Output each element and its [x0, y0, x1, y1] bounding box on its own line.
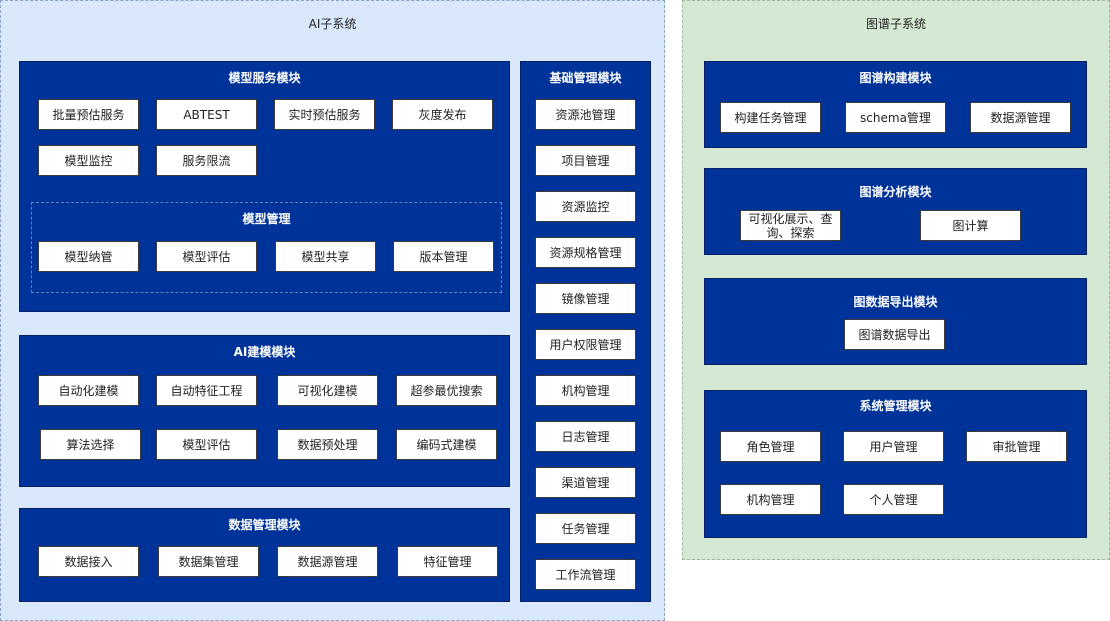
- realtime-predict-service-box: 实时预估服务: [274, 99, 375, 130]
- model-share-box: 模型共享: [275, 241, 376, 272]
- resource-spec-box: 资源规格管理: [535, 237, 636, 268]
- model-monitor-box: 模型监控: [38, 145, 139, 176]
- data-preprocess-box: 数据预处理: [277, 429, 378, 460]
- log-management-box: 日志管理: [535, 421, 636, 452]
- model-management-title: 模型管理: [242, 212, 291, 226]
- graph-subsystem: 图谱子系统 图谱构建模块 构建任务管理 schema管理 数据源管理 图谱分析模…: [682, 0, 1110, 560]
- auto-feature-engineering-box: 自动特征工程: [156, 375, 257, 406]
- version-management-box: 版本管理: [393, 241, 494, 272]
- ai-subsystem: AI子系统 模型服务模块 批量预估服务 ABTEST 实时预估服务 灰度发布 模…: [0, 0, 665, 621]
- graph-export-module: 图数据导出模块 图谱数据导出: [704, 278, 1087, 365]
- basic-management-module: 基础管理模块 资源池管理 项目管理 资源监控 资源规格管理 镜像管理 用户权限管…: [520, 61, 651, 602]
- graph-build-title: 图谱构建模块: [859, 71, 932, 85]
- graph-org-management-box: 机构管理: [720, 484, 821, 515]
- datasource-management-box: 数据源管理: [277, 546, 378, 577]
- auto-modeling-box: 自动化建模: [38, 375, 139, 406]
- project-management-box: 项目管理: [535, 145, 636, 176]
- basic-management-title: 基础管理模块: [549, 71, 622, 85]
- data-management-title: 数据管理模块: [228, 518, 301, 532]
- graph-compute-box: 图计算: [920, 210, 1021, 241]
- graph-user-management-box: 用户管理: [843, 431, 944, 462]
- graph-export-title: 图数据导出模块: [853, 295, 938, 309]
- resource-pool-box: 资源池管理: [535, 99, 636, 130]
- schema-management-box: schema管理: [845, 102, 946, 133]
- service-rate-limit-box: 服务限流: [156, 145, 257, 176]
- model-service-title: 模型服务模块: [228, 71, 301, 85]
- user-permission-box: 用户权限管理: [535, 329, 636, 360]
- image-management-box: 镜像管理: [535, 283, 636, 314]
- data-ingest-box: 数据接入: [38, 546, 139, 577]
- algorithm-select-box: 算法选择: [40, 429, 141, 460]
- graph-analysis-title: 图谱分析模块: [859, 185, 932, 199]
- model-evaluate-box-2: 模型评估: [156, 429, 257, 460]
- role-management-box: 角色管理: [720, 431, 821, 462]
- ai-modeling-module: AI建模模块 自动化建模 自动特征工程 可视化建模 超参最优搜索 算法选择 模型…: [19, 335, 510, 487]
- channel-management-box: 渠道管理: [535, 467, 636, 498]
- personal-management-box: 个人管理: [843, 484, 944, 515]
- visualize-query-explore-box: 可视化展示、查询、探索: [740, 210, 841, 241]
- task-management-box: 任务管理: [535, 513, 636, 544]
- visual-modeling-box: 可视化建模: [277, 375, 378, 406]
- system-management-module: 系统管理模块 角色管理 用户管理 审批管理 机构管理 个人管理: [704, 390, 1087, 538]
- model-management-group: 模型管理 模型纳管 模型评估 模型共享 版本管理: [31, 202, 502, 293]
- ai-modeling-title: AI建模模块: [233, 345, 296, 359]
- graph-data-export-box: 图谱数据导出: [844, 319, 945, 350]
- hyperparam-search-box: 超参最优搜索: [396, 375, 497, 406]
- abtest-box: ABTEST: [156, 99, 257, 130]
- system-management-title: 系统管理模块: [859, 399, 932, 413]
- graph-datasource-box: 数据源管理: [970, 102, 1071, 133]
- feature-management-box: 特征管理: [397, 546, 498, 577]
- resource-monitor-box: 资源监控: [535, 191, 636, 222]
- build-task-box: 构建任务管理: [720, 102, 821, 133]
- batch-predict-service-box: 批量预估服务: [38, 99, 139, 130]
- gray-release-box: 灰度发布: [392, 99, 493, 130]
- org-management-box: 机构管理: [535, 375, 636, 406]
- ai-subsystem-title: AI子系统: [308, 17, 357, 31]
- code-modeling-box: 编码式建模: [396, 429, 497, 460]
- model-evaluate-box: 模型评估: [156, 241, 257, 272]
- graph-build-module: 图谱构建模块 构建任务管理 schema管理 数据源管理: [704, 61, 1087, 148]
- approval-management-box: 审批管理: [966, 431, 1067, 462]
- dataset-management-box: 数据集管理: [158, 546, 259, 577]
- model-onboard-box: 模型纳管: [38, 241, 139, 272]
- data-management-module: 数据管理模块 数据接入 数据集管理 数据源管理 特征管理: [19, 508, 510, 602]
- model-service-module: 模型服务模块 批量预估服务 ABTEST 实时预估服务 灰度发布 模型监控 服务…: [19, 61, 510, 312]
- workflow-management-box: 工作流管理: [535, 559, 636, 590]
- graph-analysis-module: 图谱分析模块 可视化展示、查询、探索 图计算: [704, 168, 1087, 255]
- graph-subsystem-title: 图谱子系统: [865, 17, 926, 31]
